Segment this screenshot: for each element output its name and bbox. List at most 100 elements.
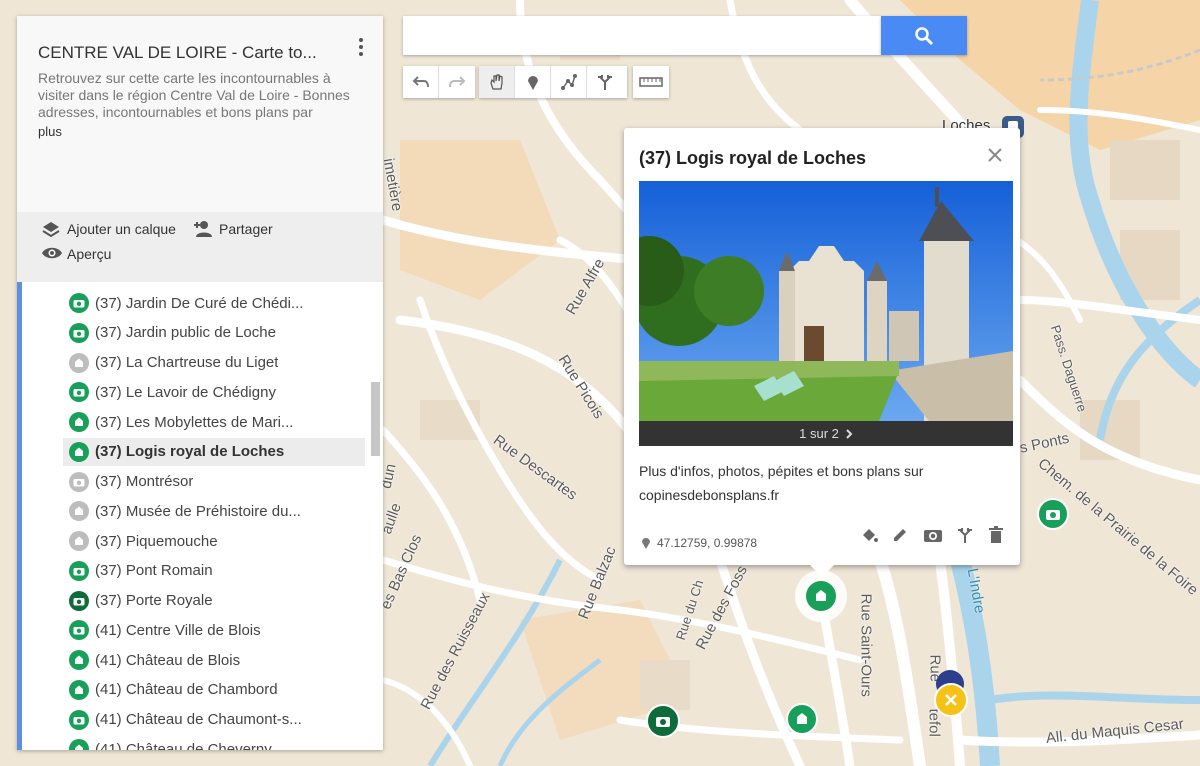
directions-icon[interactable] xyxy=(587,66,623,98)
list-item-label: (41) Château de Chambord xyxy=(95,681,278,699)
list-item[interactable]: (37) Piquemouche xyxy=(63,527,365,555)
popup-title: (37) Logis royal de Loches xyxy=(639,148,867,168)
map-marker-camera[interactable] xyxy=(1037,498,1069,530)
preview-button[interactable]: Aperçu xyxy=(41,245,111,263)
list-item-label: (37) Jardin public de Loche xyxy=(95,324,276,342)
list-item-label: (37) Pont Romain xyxy=(95,562,213,580)
list-item[interactable]: (37) Le Lavoir de Chédigny xyxy=(63,378,365,406)
list-item-label: (41) Château de Blois xyxy=(95,651,241,669)
list-item-label: (37) Musée de Préhistoire du... xyxy=(95,502,301,520)
monument-icon xyxy=(69,739,89,750)
list-item[interactable]: (37) Jardin public de Loche xyxy=(63,319,365,347)
more-link[interactable]: plus xyxy=(38,124,62,139)
draw-toolbar xyxy=(479,66,627,98)
redo-icon[interactable] xyxy=(439,66,475,98)
camera-icon xyxy=(69,322,89,343)
monument-icon xyxy=(69,441,89,462)
list-item[interactable]: (41) Château de Chaumont-s... xyxy=(63,706,365,734)
edit-icon[interactable] xyxy=(889,524,911,546)
list-item[interactable]: (37) Jardin De Curé de Chédi... xyxy=(63,289,365,317)
list-item[interactable]: (37) Les Mobylettes de Mari... xyxy=(63,408,365,436)
camera-icon xyxy=(69,709,89,730)
map-header: CENTRE VAL DE LOIRE - Carte to... Retrou… xyxy=(17,16,383,212)
coordinates: 47.12759, 0.99878 xyxy=(641,536,757,550)
list-item[interactable]: (37) La Chartreuse du Liget xyxy=(63,349,365,377)
list-item[interactable]: (37) Musée de Préhistoire du... xyxy=(63,497,365,525)
list-item-label: (37) Porte Royale xyxy=(95,592,213,609)
castle-photo xyxy=(639,181,1013,421)
street-label: Rue Saint-Ours xyxy=(857,593,875,697)
add-person-icon xyxy=(193,220,213,238)
list-item[interactable]: (37) Montrésor xyxy=(63,468,365,496)
coordinates-value: 47.12759, 0.99878 xyxy=(657,536,758,550)
search-input[interactable] xyxy=(403,16,881,55)
list-item-label: (37) Piquemouche xyxy=(95,532,218,550)
measure-toolbar xyxy=(633,66,669,98)
list-item-label: (41) Centre Ville de Blois xyxy=(95,621,261,639)
close-icon[interactable] xyxy=(986,146,1004,164)
preview-label: Aperçu xyxy=(67,246,112,262)
marker-icon[interactable] xyxy=(515,66,551,98)
camera-icon xyxy=(69,560,89,581)
add-layer-button[interactable]: Ajouter un calque xyxy=(41,220,176,238)
share-label: Partager xyxy=(219,221,273,237)
line-icon[interactable] xyxy=(551,66,587,98)
share-button[interactable]: Partager xyxy=(193,220,273,238)
search-button[interactable] xyxy=(881,16,967,55)
list-item-label: (37) Logis royal de Loches xyxy=(95,443,285,461)
eye-icon xyxy=(41,245,62,263)
list-item[interactable]: (37) Pont Romain xyxy=(63,557,365,585)
photo-navigation[interactable]: 1 sur 2 xyxy=(639,421,1013,446)
delete-icon[interactable] xyxy=(985,524,1007,546)
monument-icon xyxy=(69,679,89,700)
map-sidebar: CENTRE VAL DE LOIRE - Carte to... Retrou… xyxy=(17,16,383,750)
list-item-label: (41) Château de Chaumont-s... xyxy=(95,711,302,728)
list-item-label: (37) Jardin De Curé de Chédi... xyxy=(95,294,304,312)
popup-description: Plus d'infos, photos, pépites et bons pl… xyxy=(639,459,999,507)
search-icon xyxy=(915,26,934,45)
photo-counter: 1 sur 2 xyxy=(799,426,839,441)
map-marker-monument[interactable] xyxy=(786,703,818,735)
place-photo[interactable]: 1 sur 2 xyxy=(639,181,1013,446)
undo-icon[interactable] xyxy=(403,66,439,98)
list-item[interactable]: (37) Porte Royale xyxy=(63,587,365,615)
location-pin-icon xyxy=(642,538,650,549)
list-item-label: (37) Montrésor xyxy=(95,473,194,490)
list-item[interactable]: (37) Logis royal de Loches xyxy=(63,437,365,466)
camera-icon[interactable] xyxy=(922,524,944,546)
monument-icon xyxy=(69,650,89,670)
monument-icon xyxy=(69,412,89,432)
camera-icon xyxy=(69,590,89,611)
add-layer-label: Ajouter un calque xyxy=(67,221,176,237)
directions-icon[interactable] xyxy=(954,524,976,546)
list-item[interactable]: (41) Château de Cheverny xyxy=(63,735,365,750)
monument-icon xyxy=(69,352,89,373)
hand-icon[interactable] xyxy=(479,66,515,98)
camera-icon xyxy=(69,382,89,403)
layer-list: (37) Jardin De Curé de Chédi... (37) Jard… xyxy=(17,282,383,750)
list-item[interactable]: (41) Château de Blois xyxy=(63,646,365,674)
scrollbar[interactable] xyxy=(371,382,380,456)
list-item[interactable]: (41) Château de Chambord xyxy=(63,676,365,704)
camera-icon xyxy=(69,293,89,313)
monument-icon xyxy=(69,501,89,522)
camera-icon xyxy=(69,620,89,641)
history-toolbar xyxy=(403,66,475,98)
layers-icon xyxy=(41,220,61,238)
list-item-label: (37) Le Lavoir de Chédigny xyxy=(95,383,276,401)
restaurant-icon[interactable] xyxy=(934,683,968,717)
map-marker-camera[interactable] xyxy=(646,704,680,738)
chevron-right-icon[interactable] xyxy=(845,428,853,439)
map-description: Retrouvez sur cette carte les incontourn… xyxy=(38,70,350,120)
description-link[interactable]: copinesdebonsplans.fr xyxy=(639,483,999,507)
ruler-icon[interactable] xyxy=(633,66,669,98)
description-line: Plus d'infos, photos, pépites et bons pl… xyxy=(639,463,924,479)
monument-icon xyxy=(69,531,89,551)
map-actions: Ajouter un calque Partager Aperçu xyxy=(17,212,383,282)
map-title[interactable]: CENTRE VAL DE LOIRE - Carte to... xyxy=(38,43,338,63)
paint-bucket-icon[interactable] xyxy=(858,524,880,546)
map-marker-selected[interactable] xyxy=(795,570,847,622)
more-options-icon[interactable] xyxy=(355,38,367,58)
list-item-label: (37) Les Mobylettes de Mari... xyxy=(95,413,294,431)
list-item[interactable]: (41) Centre Ville de Blois xyxy=(63,616,365,644)
